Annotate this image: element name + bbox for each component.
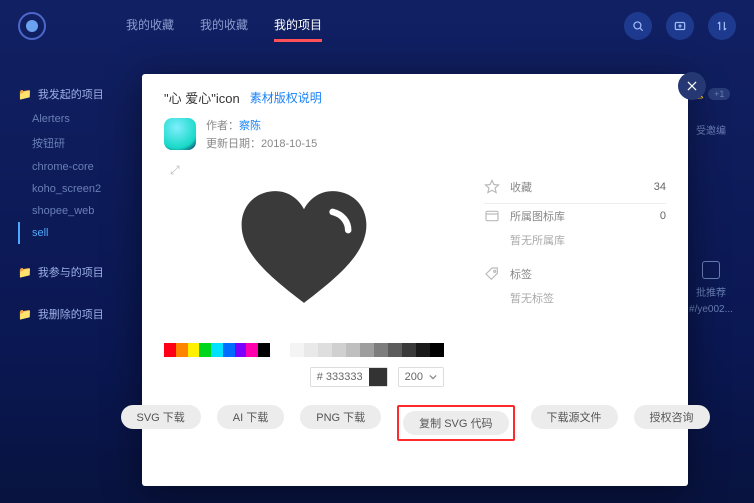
thumb-code: #/ye002...: [689, 304, 733, 315]
details-panel: 收藏 34 所属图标库 0 暂无所属库 标签 暂无标签: [484, 157, 666, 387]
gray-swatch[interactable]: [276, 343, 290, 357]
license-inquiry-button[interactable]: 授权咨询: [634, 405, 710, 429]
gray-swatch[interactable]: [402, 343, 416, 357]
library-count: 0: [660, 210, 666, 222]
color-swatch[interactable]: [176, 343, 188, 357]
thumbs-down-icon: [702, 261, 720, 279]
gray-swatch[interactable]: [388, 343, 402, 357]
gray-swatch[interactable]: [416, 343, 430, 357]
tab-my-projects[interactable]: 我的项目: [274, 10, 322, 42]
right-sub-link[interactable]: 受邀编: [696, 122, 726, 137]
sidebar-item[interactable]: shopee_web: [18, 200, 128, 222]
favorites-label: 收藏: [510, 179, 532, 195]
color-swatch[interactable]: [211, 343, 223, 357]
sidebar-item[interactable]: koho_screen2: [18, 178, 128, 200]
color-swatch[interactable]: [164, 343, 176, 357]
sidebar: 📁 我发起的项目 Alerters 按钮研 chrome-core koho_s…: [18, 80, 128, 328]
folder-icon: [484, 208, 500, 224]
color-swatch[interactable]: [188, 343, 200, 357]
close-icon: [685, 79, 699, 93]
star-icon: [484, 179, 500, 195]
modal-header: "心 爱心"icon 素材版权说明 作者：察陈 更新日期：2018-10-15: [164, 88, 666, 151]
right-column: 🔔+1 受邀编 批推荐 #/ye002...: [686, 88, 736, 315]
download-ai-button[interactable]: AI 下载: [217, 405, 284, 429]
preview-panel: ⤢ # 333333 200: [164, 157, 444, 387]
expand-icon[interactable]: ⤢: [170, 163, 184, 177]
gray-swatch[interactable]: [318, 343, 332, 357]
close-button[interactable]: [678, 72, 706, 100]
download-source-button[interactable]: 下载源文件: [531, 405, 618, 429]
download-png-button[interactable]: PNG 下载: [300, 405, 381, 429]
gray-swatch[interactable]: [332, 343, 346, 357]
color-swatch[interactable]: [223, 343, 235, 357]
sidebar-item[interactable]: chrome-core: [18, 156, 128, 178]
gray-swatch[interactable]: [304, 343, 318, 357]
upload-icon[interactable]: [666, 12, 694, 40]
author-label: 作者：: [206, 120, 239, 132]
logo-icon: [18, 12, 46, 40]
color-hex-value: # 333333: [311, 371, 369, 383]
thumb-label: 批推荐: [696, 284, 726, 299]
color-swatch[interactable]: [235, 343, 247, 357]
download-svg-button[interactable]: SVG 下载: [121, 405, 201, 429]
date-label: 更新日期：: [206, 138, 261, 150]
gray-swatch[interactable]: [290, 343, 304, 357]
tags-empty: 暂无标签: [484, 290, 666, 320]
top-actions: [624, 12, 736, 40]
sidebar-item[interactable]: 按钮研: [18, 130, 128, 156]
sidebar-group-deleted[interactable]: 📁 我删除的项目: [18, 306, 128, 322]
notif-badge: +1: [708, 88, 730, 100]
sidebar-group-owned[interactable]: 📁 我发起的项目: [18, 86, 128, 102]
color-preview: [369, 368, 387, 386]
heart-icon: [239, 187, 369, 307]
sidebar-item[interactable]: Alerters: [18, 108, 128, 130]
sidebar-group-joined[interactable]: 📁 我参与的项目: [18, 264, 128, 280]
size-select[interactable]: 200: [398, 367, 444, 387]
library-label: 所属图标库: [510, 208, 565, 224]
search-icon[interactable]: [624, 12, 652, 40]
copyright-link[interactable]: 素材版权说明: [250, 89, 322, 106]
sidebar-item-active[interactable]: sell: [18, 222, 128, 244]
library-empty: 暂无所属库: [484, 232, 666, 262]
gray-swatch[interactable]: [360, 343, 374, 357]
gray-swatch[interactable]: [374, 343, 388, 357]
author-name[interactable]: 察陈: [239, 120, 261, 132]
color-swatches: [164, 343, 444, 357]
color-swatch[interactable]: [199, 343, 211, 357]
action-buttons: SVG 下载 AI 下载 PNG 下载 复制 SVG 代码 下载源文件 授权咨询: [164, 405, 666, 441]
tab-favorites-2[interactable]: 我的收藏: [200, 10, 248, 42]
icon-title: "心 爱心"icon: [164, 88, 240, 107]
gray-swatch[interactable]: [430, 343, 444, 357]
avatar[interactable]: [164, 118, 196, 150]
size-value: 200: [405, 371, 423, 383]
color-hex-input[interactable]: # 333333: [310, 367, 388, 387]
highlight-box: 复制 SVG 代码: [397, 405, 514, 441]
date-value: 2018-10-15: [261, 138, 317, 150]
gray-swatch[interactable]: [346, 343, 360, 357]
sort-icon[interactable]: [708, 12, 736, 40]
copy-svg-button[interactable]: 复制 SVG 代码: [403, 411, 508, 435]
icon-canvas: ⤢: [164, 157, 444, 337]
thumb-down-block[interactable]: 批推荐 #/ye002...: [689, 261, 733, 315]
top-bar: 我的收藏 我的收藏 我的项目: [0, 0, 754, 52]
icon-detail-modal: "心 爱心"icon 素材版权说明 作者：察陈 更新日期：2018-10-15 …: [142, 74, 688, 486]
tab-favorites-1[interactable]: 我的收藏: [126, 10, 174, 42]
tags-label: 标签: [510, 266, 532, 282]
top-nav: 我的收藏 我的收藏 我的项目: [126, 10, 322, 42]
color-swatch[interactable]: [258, 343, 270, 357]
chevron-down-icon: [429, 373, 437, 381]
tag-icon: [484, 266, 500, 282]
color-swatch[interactable]: [246, 343, 258, 357]
favorites-count: 34: [654, 181, 666, 193]
